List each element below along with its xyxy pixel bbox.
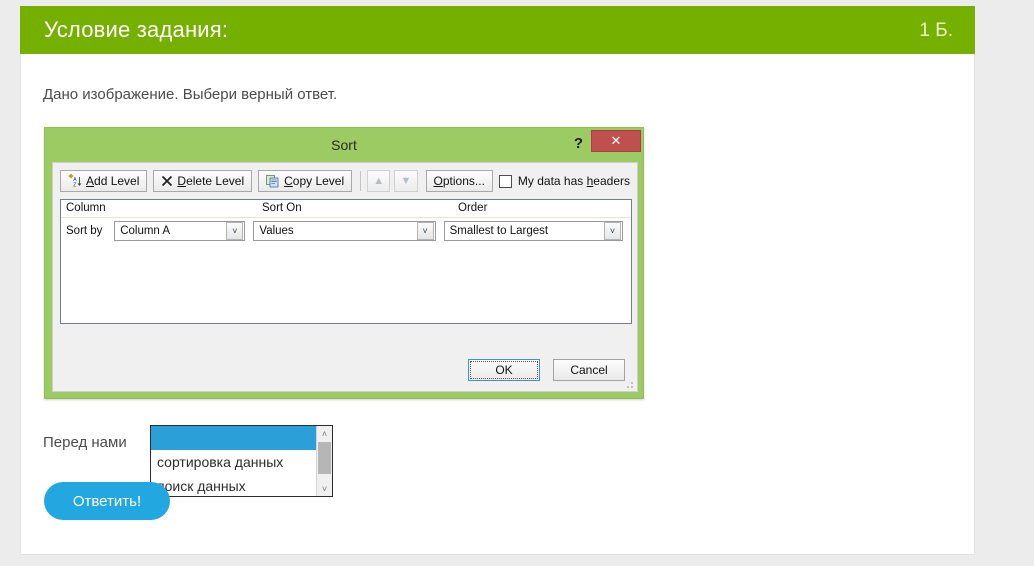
- add-level-button[interactable]: A Z Add Level: [60, 170, 148, 192]
- my-data-has-headers-checkbox[interactable]: My data has headers: [498, 174, 630, 188]
- options-label: Options...: [434, 174, 485, 188]
- svg-text:Z: Z: [73, 183, 76, 188]
- page-root: Условие задания: 1 Б. Дано изображение. …: [0, 0, 1034, 566]
- copy-icon: [266, 174, 279, 187]
- column-select[interactable]: Column A ˅: [114, 221, 246, 241]
- sort-levels-grid: Column Sort On Order Sort by Column A ˅ …: [60, 199, 632, 324]
- list-item[interactable]: [151, 426, 316, 450]
- chevron-down-icon[interactable]: ˅: [604, 222, 622, 240]
- sort-level-row: Sort by Column A ˅ Values ˅ Smallest to …: [61, 218, 631, 244]
- grid-header-column: Column: [66, 202, 106, 214]
- score-badge: 1 Б.: [919, 19, 953, 41]
- add-level-accel: A: [86, 174, 95, 188]
- delete-level-accel: D: [177, 174, 187, 188]
- add-level-rest: dd Level: [94, 174, 140, 188]
- headers-label-pre: My data has: [517, 174, 587, 188]
- options-accel: O: [433, 174, 443, 188]
- delete-level-rest: elete Level: [186, 174, 245, 188]
- answer-listbox-items: сортировка данных поиск данных: [151, 426, 316, 496]
- copy-level-label: Copy Level: [284, 174, 344, 188]
- page-title: Условие задания:: [44, 17, 229, 42]
- delete-level-label: Delete Level: [177, 174, 244, 188]
- list-item[interactable]: сортировка данных: [151, 450, 316, 474]
- sort-dialog-title: Sort: [331, 136, 357, 153]
- task-header: Условие задания: 1 Б.: [20, 6, 975, 54]
- close-icon[interactable]: ✕: [591, 130, 641, 152]
- listbox-scrollbar[interactable]: ˄ ˅: [316, 426, 332, 496]
- help-icon[interactable]: ?: [574, 135, 583, 152]
- sort-by-label: Sort by: [66, 225, 103, 237]
- sort-on-select[interactable]: Values ˅: [253, 221, 436, 241]
- chevron-down-icon[interactable]: ˅: [226, 222, 244, 240]
- copy-level-accel: C: [284, 174, 293, 188]
- answer-lead-text: Перед нами: [43, 434, 127, 451]
- x-cross-icon: [162, 175, 173, 187]
- sort-on-select-value: Values: [259, 225, 294, 237]
- headers-label-post: eaders: [593, 174, 630, 188]
- add-level-label: Add Level: [86, 174, 139, 188]
- scroll-down-icon[interactable]: ˅: [317, 481, 332, 496]
- answer-row: Перед нами: [43, 428, 137, 458]
- checkbox-box[interactable]: [498, 174, 512, 188]
- move-up-button[interactable]: ▲: [367, 170, 391, 192]
- order-select[interactable]: Smallest to Largest ˅: [443, 221, 624, 241]
- order-select-value: Smallest to Largest: [449, 225, 549, 237]
- answer-listbox[interactable]: сортировка данных поиск данных ˄ ˅: [150, 425, 333, 497]
- grid-header-sort-on: Sort On: [262, 202, 302, 214]
- chevron-down-icon[interactable]: ˅: [416, 222, 434, 240]
- resize-grip-icon[interactable]: [624, 379, 634, 389]
- delete-level-button[interactable]: Delete Level: [153, 170, 253, 192]
- sort-dialog: Sort ? ✕ A Z Add Level Delete Level Copy…: [44, 127, 644, 399]
- my-data-has-headers-label: My data has headers: [518, 174, 630, 188]
- ok-button[interactable]: OK: [468, 359, 540, 381]
- column-select-value: Column A: [120, 225, 171, 237]
- grid-header-row: Column Sort On Order: [61, 200, 631, 218]
- copy-level-button[interactable]: Copy Level: [258, 170, 353, 192]
- move-down-button[interactable]: ▼: [394, 170, 418, 192]
- scrollbar-thumb[interactable]: [318, 442, 331, 474]
- copy-level-rest: opy Level: [292, 174, 345, 188]
- sort-dialog-body: A Z Add Level Delete Level Copy Level ▲ …: [52, 162, 638, 392]
- toolbar-separator: [360, 171, 362, 191]
- sort-toolbar: A Z Add Level Delete Level Copy Level ▲ …: [60, 169, 630, 193]
- add-level-icon: A Z: [68, 174, 82, 188]
- grid-header-order: Order: [458, 202, 488, 214]
- cancel-button[interactable]: Cancel: [553, 359, 625, 381]
- submit-answer-button[interactable]: Ответить!: [44, 482, 170, 520]
- options-rest: ptions...: [442, 174, 485, 188]
- sort-dialog-titlebar: Sort ? ✕: [45, 128, 643, 161]
- list-item[interactable]: поиск данных: [151, 474, 316, 496]
- scroll-up-icon[interactable]: ˄: [317, 426, 332, 441]
- options-button[interactable]: Options...: [425, 170, 493, 192]
- task-prompt: Дано изображение. Выбери верный ответ.: [43, 86, 338, 103]
